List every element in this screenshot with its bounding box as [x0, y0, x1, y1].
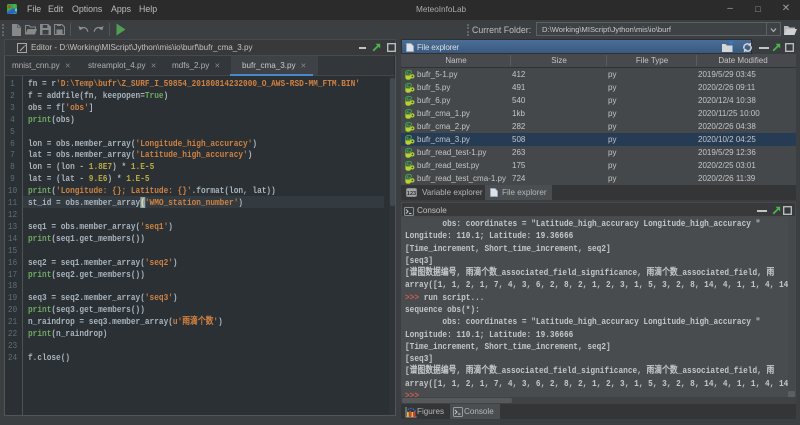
- svg-text:123: 123: [407, 191, 416, 197]
